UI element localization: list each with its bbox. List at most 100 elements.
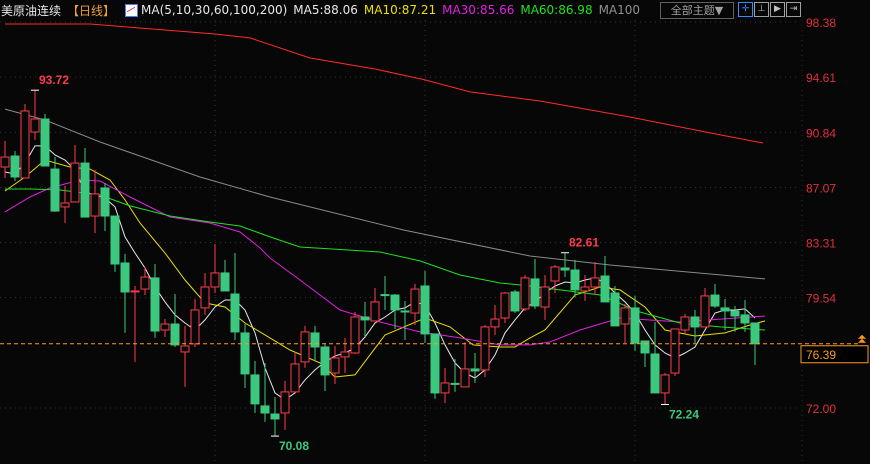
candle-down — [600, 275, 610, 303]
candle-down — [250, 374, 260, 405]
ma-definition[interactable]: MA(5,10,30,60,100,200) — [141, 3, 287, 17]
ma30-value: MA30:85.66 — [442, 3, 515, 17]
candle-up — [290, 363, 300, 393]
zoom-range-icon[interactable]: ⊥ — [754, 2, 769, 17]
candle-down — [240, 332, 250, 375]
candle-up — [500, 292, 510, 319]
candle-down — [40, 118, 50, 167]
current-price-label: 76.39 — [806, 348, 836, 362]
candle-down — [630, 307, 640, 344]
candle-down — [320, 346, 330, 376]
candle-up — [480, 326, 490, 371]
price-tick-label: 83.31 — [806, 237, 836, 251]
candle-down — [750, 322, 760, 345]
candle-up — [700, 295, 710, 328]
candle-up — [70, 162, 80, 203]
candle-down — [730, 310, 740, 317]
price-tick-label: 87.07 — [806, 181, 836, 195]
candle-down — [650, 353, 660, 394]
candle-up — [140, 276, 150, 290]
candle-down — [100, 187, 110, 217]
candle-down — [80, 162, 90, 218]
candle-up — [410, 288, 420, 314]
theme-dropdown-button[interactable]: 全部主题▼ — [660, 2, 734, 19]
ma5-line — [4, 145, 756, 401]
play-range-icon[interactable]: ▶ — [770, 2, 785, 17]
candle-up — [660, 374, 670, 394]
candle-down — [690, 316, 700, 328]
high-price-label: 93.72 — [39, 73, 69, 87]
candle-down — [720, 307, 730, 312]
candle-up — [620, 307, 630, 325]
candle-down — [120, 262, 130, 293]
candle-down — [260, 405, 270, 414]
candlestick-chart[interactable]: 76.39 93.7282.6170.0872.24 98.3894.6190.… — [0, 0, 870, 464]
candle-up — [280, 391, 290, 414]
candle-down — [570, 269, 580, 291]
candle-down — [400, 310, 410, 313]
candle-up — [300, 331, 310, 363]
candle-down — [230, 293, 240, 333]
low-price-label: 72.24 — [669, 407, 699, 421]
period-label[interactable]: 【日线】 — [67, 2, 115, 19]
candles — [0, 90, 760, 437]
candle-down — [360, 316, 370, 321]
candle-up — [580, 286, 590, 292]
extreme-annotations: 93.72 82.61 70.08 72.24 — [31, 73, 699, 453]
exit-icon[interactable]: ⇥ — [786, 2, 801, 17]
instrument-title: 美原油连续 — [1, 3, 62, 18]
candle-up — [340, 351, 350, 358]
candle-up — [0, 156, 10, 168]
grid-lines — [0, 20, 803, 464]
candle-down — [420, 285, 430, 335]
candle-up — [160, 323, 170, 331]
candle-down — [270, 413, 280, 420]
candle-up — [540, 286, 550, 308]
price-tick-label: 90.84 — [806, 126, 836, 140]
candle-up — [200, 286, 210, 309]
candle-down — [50, 168, 60, 212]
candle-down — [170, 323, 180, 346]
candle-down — [430, 333, 440, 394]
candle-down — [470, 368, 480, 372]
candle-down — [510, 291, 520, 312]
candle-down — [220, 272, 230, 292]
price-tick-label: 72.00 — [806, 402, 836, 416]
candle-up — [670, 328, 680, 374]
price-tick-label: 94.61 — [806, 71, 836, 85]
candle-up — [440, 382, 450, 394]
candle-up — [590, 277, 600, 288]
candle-up — [210, 272, 220, 288]
crosshair-icon[interactable]: ✛ — [738, 2, 753, 17]
ma200-line — [5, 23, 764, 144]
candle-down — [530, 278, 540, 307]
candle-down — [450, 382, 460, 385]
candle-down — [710, 294, 720, 307]
candle-down — [610, 292, 620, 327]
candle-down — [10, 155, 20, 178]
candle-up — [330, 357, 340, 374]
candle-up — [20, 110, 30, 179]
candle-down — [640, 340, 650, 354]
candle-up — [490, 318, 500, 328]
candle-down — [380, 294, 390, 297]
candle-down — [110, 215, 120, 265]
candle-up — [90, 193, 100, 217]
candle-up — [30, 118, 40, 133]
low-price-label: 70.08 — [279, 439, 309, 453]
candle-down — [560, 267, 570, 271]
candle-up — [350, 316, 360, 354]
candle-down — [740, 314, 750, 324]
ma100-value: MA100 — [598, 3, 641, 17]
ma60-value: MA60:86.98 — [520, 3, 593, 17]
candle-down — [310, 332, 320, 348]
indicator-icon[interactable] — [125, 3, 139, 17]
candle-up — [370, 301, 380, 322]
candle-up — [680, 316, 690, 331]
candle-up — [60, 202, 70, 208]
scroll-up-icon — [858, 334, 866, 343]
candle-up — [550, 266, 560, 282]
candle-down — [150, 277, 160, 332]
ma5-value: MA5:88.06 — [293, 3, 358, 17]
high-price-label: 82.61 — [569, 236, 599, 250]
